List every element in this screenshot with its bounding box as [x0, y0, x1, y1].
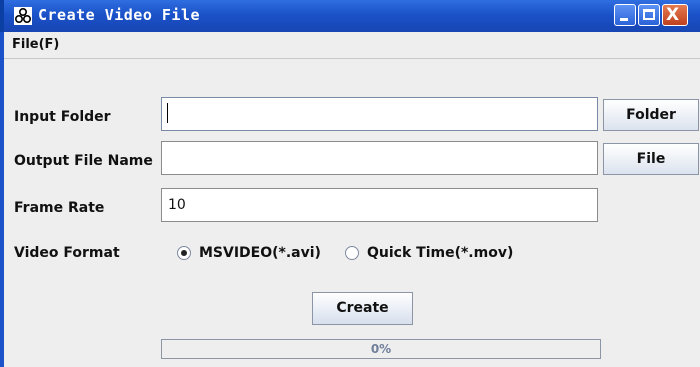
output-file-name-label: Output File Name	[14, 153, 153, 169]
maximize-icon	[643, 9, 655, 20]
output-file-name-field[interactable]	[161, 141, 598, 175]
progress-text: 0%	[370, 342, 392, 356]
frame-rate-field[interactable]	[161, 188, 598, 222]
video-format-label: Video Format	[14, 245, 120, 261]
radio-avi[interactable]	[177, 246, 191, 260]
close-button[interactable]: X	[662, 4, 688, 26]
app-trefoil-icon	[14, 7, 32, 25]
radio-selected-dot	[181, 250, 187, 256]
window-title: Create Video File	[38, 6, 201, 24]
close-icon: X	[666, 5, 680, 25]
radio-avi-label: MSVIDEO(*.avi)	[199, 245, 321, 261]
window-titlebar[interactable]: Create Video File X	[0, 0, 700, 32]
frame-rate-label: Frame Rate	[14, 200, 105, 216]
maximize-button[interactable]	[638, 4, 660, 26]
minimize-icon	[620, 18, 628, 21]
file-button[interactable]: File	[603, 143, 699, 175]
text-caret	[167, 103, 168, 123]
create-button[interactable]: Create	[312, 292, 413, 325]
menu-bar: File(F)	[4, 32, 700, 59]
radio-mov-label: Quick Time(*.mov)	[367, 245, 514, 261]
radio-mov[interactable]	[345, 246, 359, 260]
folder-button[interactable]: Folder	[603, 99, 699, 131]
window-left-border	[0, 32, 4, 367]
input-folder-field[interactable]	[161, 97, 598, 131]
input-folder-label: Input Folder	[14, 109, 111, 125]
minimize-button[interactable]	[614, 4, 636, 26]
progress-bar: 0%	[161, 339, 601, 359]
menu-file[interactable]: File(F)	[12, 37, 59, 52]
